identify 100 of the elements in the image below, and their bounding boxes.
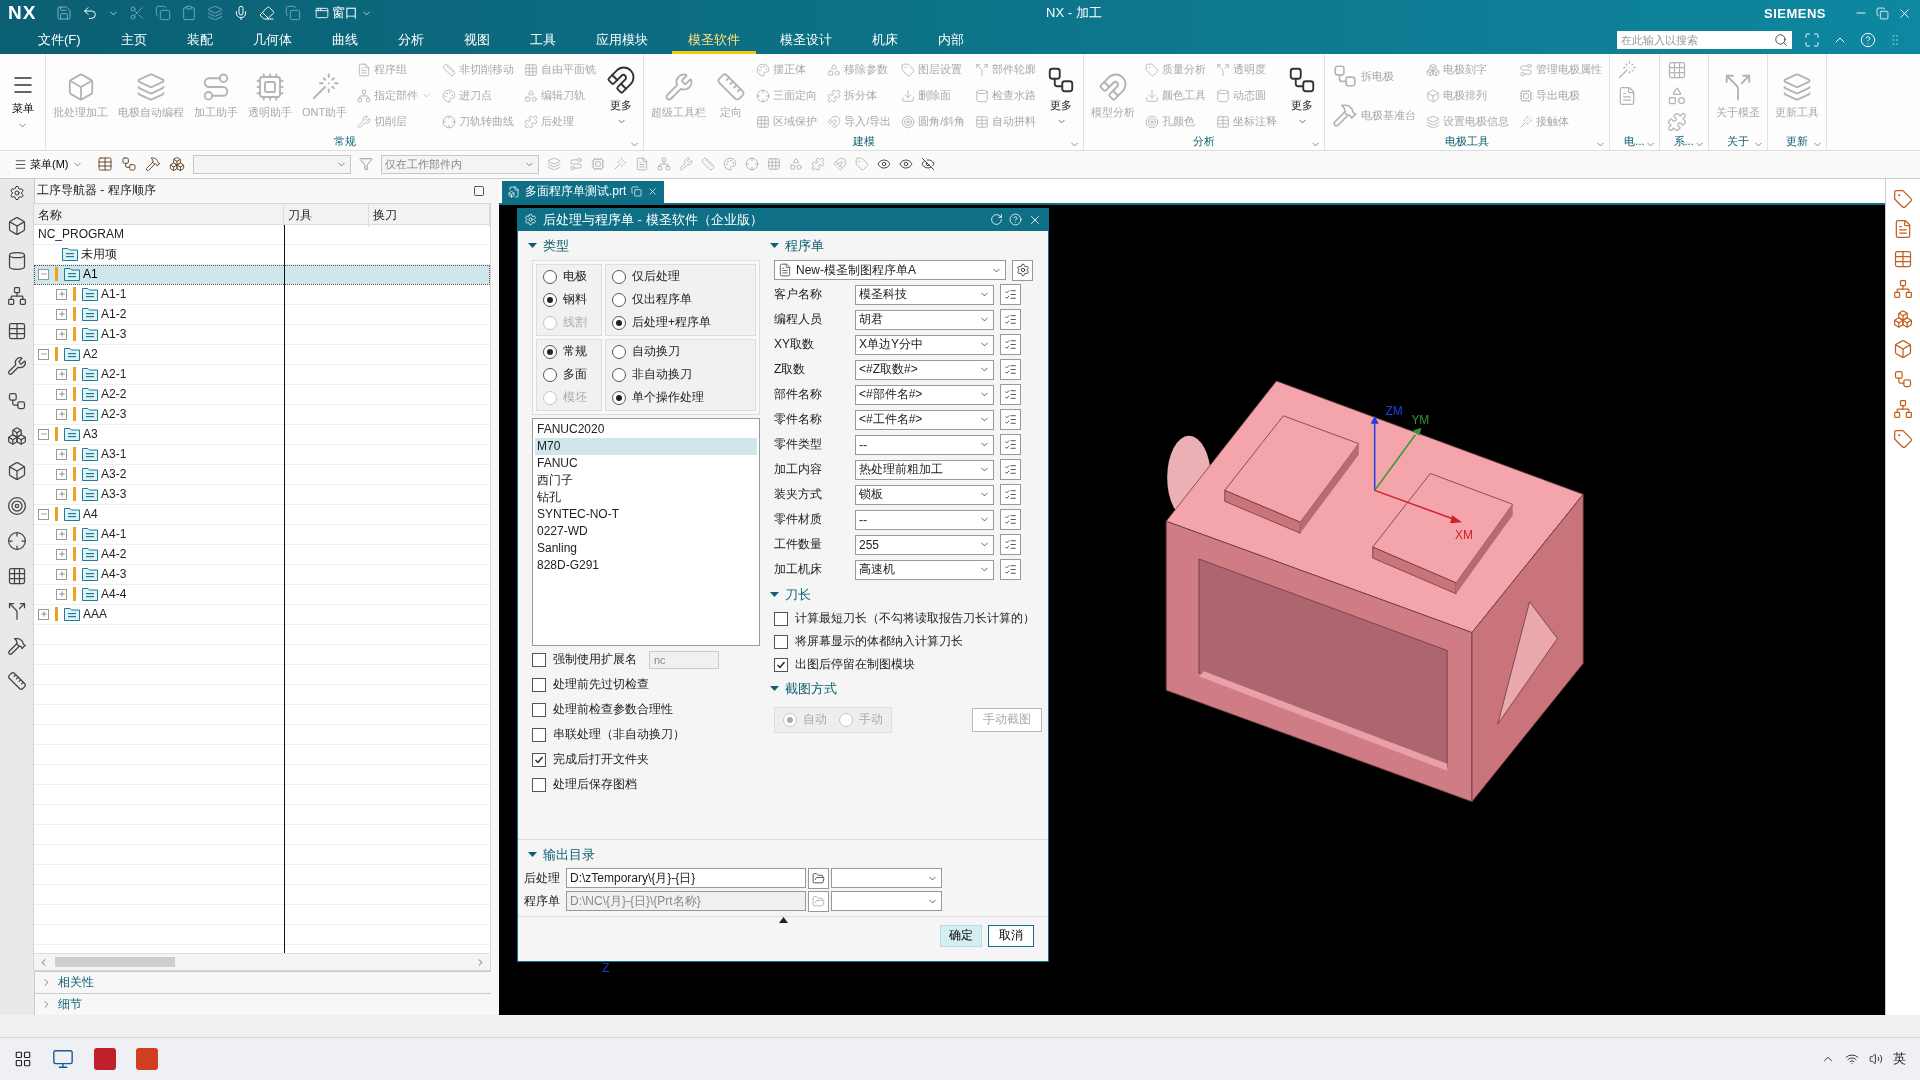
value-dropdown[interactable]: -- — [855, 434, 994, 455]
eye-off-icon[interactable] — [920, 157, 935, 172]
hammer-icon[interactable] — [144, 156, 161, 173]
tree-row[interactable]: A1-2 — [34, 304, 490, 325]
boxes-icon[interactable] — [7, 425, 27, 446]
ribbon-tab[interactable]: 内部 — [921, 26, 980, 54]
expander-toggle[interactable] — [38, 508, 49, 520]
document-icon[interactable] — [1893, 218, 1913, 239]
checkbox-option[interactable]: 将屏幕显示的体都纳入计算刀长 — [774, 631, 1042, 652]
column-header[interactable]: 刀具 — [284, 203, 369, 227]
value-dropdown[interactable]: 模圣科技 — [855, 284, 994, 305]
tree-row[interactable]: A1-3 — [34, 324, 490, 345]
windows-icon[interactable] — [285, 5, 302, 22]
radio-option[interactable]: 后处理+程序单 — [612, 313, 749, 332]
settings-icon[interactable] — [9, 184, 25, 201]
ribbon-tab[interactable]: 应用模块 — [579, 26, 664, 54]
list-item[interactable]: FANUC2020 — [535, 420, 757, 438]
checkbox[interactable] — [532, 652, 546, 667]
value-dropdown[interactable]: <#部件名#> — [855, 384, 994, 405]
radio-option[interactable]: 自动换刀 — [612, 342, 749, 361]
search-field[interactable]: 在此输入以搜索 — [1617, 31, 1792, 50]
expander-toggle[interactable] — [56, 588, 67, 600]
value-dropdown[interactable]: 热处理前粗加工 — [855, 459, 994, 480]
help-icon[interactable] — [1009, 213, 1022, 227]
tree-row[interactable]: A4-1 — [34, 524, 490, 545]
expander-toggle[interactable] — [56, 468, 67, 480]
input-method-indicator[interactable]: 英 — [1893, 1050, 1906, 1069]
list-button[interactable] — [1000, 559, 1021, 581]
ribbon-tab[interactable]: 视图 — [447, 26, 506, 54]
ribbon-tab[interactable]: 文件(F) — [22, 26, 97, 54]
layers-icon[interactable] — [207, 5, 224, 22]
list-item[interactable]: 西门子 — [535, 471, 757, 489]
fullscreen-icon[interactable] — [1804, 32, 1820, 49]
checkbox-option[interactable]: 计算最短刀长（不勾将读取报告刀长计算的） — [774, 608, 1042, 629]
list-button[interactable] — [1000, 334, 1021, 356]
box-icon[interactable] — [7, 215, 27, 236]
radio-dot[interactable] — [612, 367, 626, 382]
workflow-icon[interactable] — [7, 390, 27, 411]
tree-row[interactable]: A4 — [34, 504, 490, 525]
paste-icon[interactable] — [181, 5, 198, 22]
eye-icon[interactable] — [876, 157, 891, 172]
expander-toggle[interactable] — [38, 268, 49, 280]
ribbon-tab[interactable]: 工具 — [513, 26, 572, 54]
tree-row[interactable]: A2-1 — [34, 364, 490, 385]
checkbox[interactable] — [532, 727, 546, 742]
value-dropdown[interactable]: 255 — [855, 534, 994, 555]
app-icon[interactable] — [136, 1048, 158, 1071]
ribbon-button[interactable]: 更多 — [1285, 57, 1320, 134]
checkbox[interactable] — [532, 677, 546, 692]
tree-row[interactable]: A2 — [34, 344, 490, 365]
expander-toggle[interactable] — [56, 368, 67, 380]
save-icon[interactable] — [56, 5, 73, 22]
expander-toggle[interactable] — [56, 328, 67, 340]
radio-option[interactable]: 多面 — [543, 365, 595, 384]
ruler-icon[interactable] — [7, 670, 27, 691]
checkbox[interactable] — [532, 777, 546, 792]
eye-icon[interactable] — [898, 157, 913, 172]
checkbox[interactable] — [774, 657, 788, 672]
list-button[interactable] — [1000, 359, 1021, 381]
ribbon-tab[interactable]: 几何体 — [236, 26, 308, 54]
radio-option[interactable]: 非自动换刀 — [612, 365, 749, 384]
value-dropdown[interactable]: <#工件名#> — [855, 409, 994, 430]
expander-toggle[interactable] — [56, 568, 67, 580]
reset-icon[interactable] — [990, 213, 1003, 227]
tree-row[interactable]: NC_PROGRAM — [34, 224, 490, 245]
list-button[interactable] — [1000, 384, 1021, 406]
grid-icon[interactable] — [7, 565, 27, 586]
ribbon-tab[interactable]: 曲线 — [315, 26, 374, 54]
radio-dot[interactable] — [612, 344, 626, 359]
path-dropdown[interactable] — [831, 891, 942, 912]
tree-row[interactable]: A4-4 — [34, 584, 490, 605]
list-item[interactable]: FANUC — [535, 454, 757, 472]
tree-row[interactable]: AAA — [34, 604, 490, 625]
collapse-icon[interactable] — [778, 916, 788, 923]
boxes-icon[interactable] — [1893, 308, 1913, 329]
radio-dot[interactable] — [543, 292, 557, 307]
list-button[interactable] — [1000, 309, 1021, 331]
section-header[interactable]: 刀长 — [766, 583, 1042, 606]
column-header[interactable]: 换刀 — [369, 203, 490, 227]
tree-row[interactable]: A4-2 — [34, 544, 490, 565]
value-dropdown[interactable]: -- — [855, 509, 994, 530]
tree-row[interactable]: A1-1 — [34, 284, 490, 305]
tag-icon[interactable] — [1893, 428, 1913, 449]
wifi-icon[interactable] — [1845, 1052, 1859, 1067]
expander-toggle[interactable] — [56, 528, 67, 540]
menu-button[interactable]: 菜单 — [0, 53, 46, 150]
value-dropdown[interactable]: 胡君 — [855, 309, 994, 330]
network-icon[interactable] — [7, 285, 27, 306]
folder-button[interactable] — [808, 867, 829, 889]
target-icon[interactable] — [7, 495, 27, 516]
file-tab[interactable]: 多面程序单测试.prt — [502, 180, 665, 203]
restore-icon[interactable] — [1876, 6, 1889, 20]
radio-dot[interactable] — [543, 344, 557, 359]
radio-dot[interactable] — [612, 292, 626, 307]
postprocessor-list[interactable]: FANUC2020 M70 FANUC 西门子 钻孔 SYNTEC-NO-T 0227-WD Sanling 828D-G291 — [532, 417, 760, 646]
value-dropdown[interactable]: 锁板 — [855, 484, 994, 505]
radio-option[interactable]: 仅出程序单 — [612, 290, 749, 309]
expander-toggle[interactable] — [38, 428, 49, 440]
expander-toggle[interactable] — [56, 308, 67, 320]
tree-row[interactable]: A2-3 — [34, 404, 490, 425]
